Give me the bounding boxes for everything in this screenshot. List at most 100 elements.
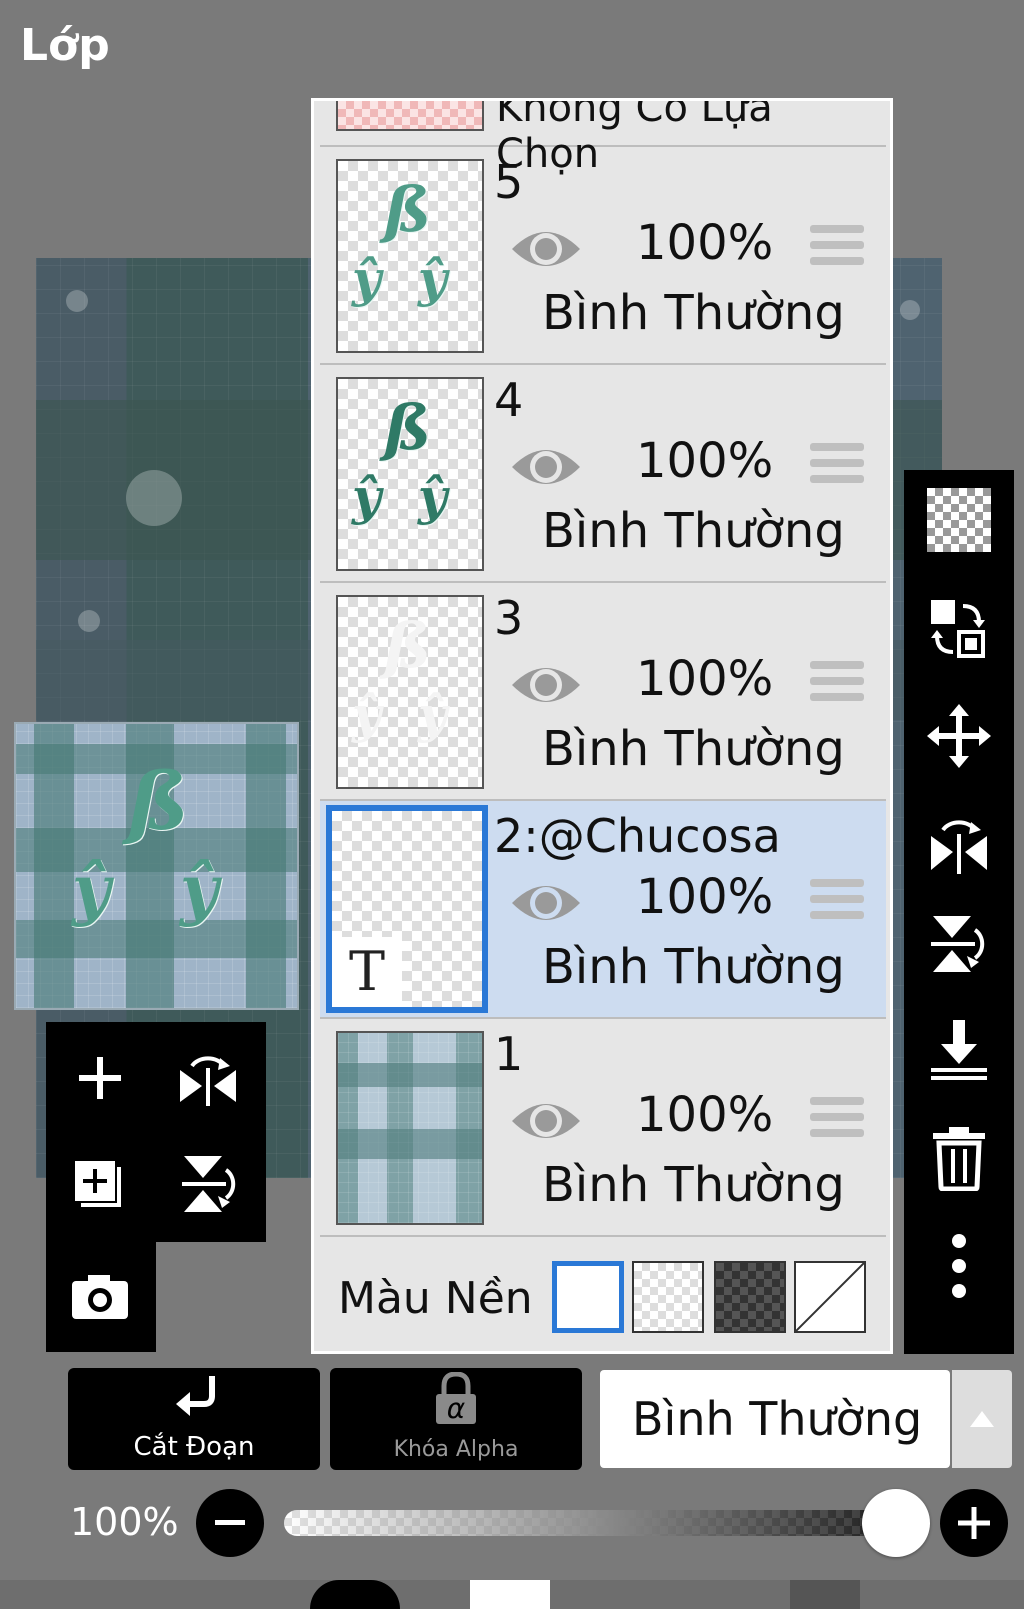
layer-row-4[interactable]: ß ŷ ŷ 4 100% Bình Thường: [320, 365, 886, 583]
background-white-swatch[interactable]: [552, 1261, 624, 1333]
blend-mode-select[interactable]: Bình Thường: [600, 1370, 950, 1468]
layer-blend-mode: Bình Thường: [542, 503, 845, 559]
toolbar-item[interactable]: [790, 1580, 860, 1609]
background-light-checker-swatch[interactable]: [632, 1261, 704, 1333]
left-toolbar: [46, 1022, 266, 1242]
clip-label: Cắt Đoạn: [133, 1432, 255, 1462]
thumbnail-band: [338, 1063, 482, 1087]
layer-thumbnail: ß ŷ ŷ: [336, 595, 484, 789]
layer-name: 2:@Chucosa: [494, 809, 781, 863]
transparency-icon[interactable]: [904, 470, 1014, 570]
toolbar-item[interactable]: [470, 1580, 550, 1609]
thumbnail-artwork: ŷ: [418, 249, 448, 308]
layer-opacity: 100%: [636, 433, 774, 489]
layer-opacity: 100%: [636, 869, 774, 925]
thumbnail-artwork: ß: [384, 391, 432, 464]
canvas-dot: [126, 470, 182, 526]
minus-icon: [215, 1520, 245, 1525]
chevron-up-icon: [970, 1411, 994, 1427]
layer-thumbnail: ß ŷ ŷ: [336, 377, 484, 571]
layer-thumbnail: ß ŷ ŷ: [336, 159, 484, 353]
alpha-symbol: α: [446, 1392, 466, 1425]
drag-handle-icon[interactable]: [810, 879, 864, 927]
thumbnail-artwork: ß: [384, 173, 432, 246]
drag-handle-icon[interactable]: [810, 225, 864, 273]
thumbnail-artwork: ŷ: [418, 685, 448, 744]
drag-handle-icon[interactable]: [810, 443, 864, 491]
blend-mode-dropdown-button[interactable]: [952, 1370, 1012, 1468]
eye-icon[interactable]: [510, 877, 582, 929]
clip-button[interactable]: Cắt Đoạn: [68, 1368, 320, 1470]
background-color-row: Màu Nền: [320, 1237, 886, 1347]
right-toolbar: [904, 470, 1014, 1354]
more-icon[interactable]: [904, 1216, 1014, 1316]
opacity-decrease-button[interactable]: [196, 1489, 264, 1557]
swap-layers-icon[interactable]: [904, 578, 1014, 678]
thumbnail-artwork: ŷ: [352, 249, 382, 308]
flip-vertical-icon[interactable]: [904, 894, 1014, 994]
canvas-dot: [900, 300, 920, 320]
layer-row-1[interactable]: 1 100% Bình Thường: [320, 1019, 886, 1237]
drag-handle-icon[interactable]: [810, 1097, 864, 1145]
layer-blend-mode: Bình Thường: [542, 939, 845, 995]
thumbnail-artwork: ß: [384, 609, 432, 682]
thumbnail-artwork: ŷ: [352, 685, 382, 744]
background-none-swatch[interactable]: [794, 1261, 866, 1333]
selection-thumbnail: [336, 101, 484, 131]
eye-icon[interactable]: [510, 441, 582, 493]
page-title: Lớp: [20, 20, 110, 71]
thumbnail-artwork: ŷ: [352, 467, 382, 526]
layer-row-3[interactable]: ß ŷ ŷ 3 100% Bình Thường: [320, 583, 886, 801]
preview-artwork: ŷ: [180, 850, 219, 928]
preview-artwork: ß: [128, 754, 189, 848]
layer-opacity: 100%: [636, 1087, 774, 1143]
layer-thumbnail: T: [326, 805, 488, 1013]
layer-blend-mode: Bình Thường: [542, 285, 845, 341]
layer-name: 4: [494, 373, 524, 427]
eye-icon[interactable]: [510, 1095, 582, 1147]
add-layer-icon[interactable]: [50, 1134, 150, 1234]
preview-band: [16, 920, 297, 958]
eye-icon[interactable]: [510, 223, 582, 275]
flip-vertical-icon[interactable]: [158, 1134, 258, 1234]
drag-handle-icon[interactable]: [810, 661, 864, 709]
layer-blend-mode: Bình Thường: [542, 1157, 845, 1213]
clip-arrow-icon: [176, 1376, 215, 1416]
layer-name: 5: [494, 155, 524, 209]
camera-icon[interactable]: [50, 1246, 150, 1346]
merge-down-icon[interactable]: [904, 1000, 1014, 1100]
blend-mode-value: Bình Thường: [632, 1392, 923, 1446]
layer-thumbnail: [336, 1031, 484, 1225]
canvas-dot: [78, 610, 100, 632]
flip-horizontal-icon[interactable]: [158, 1028, 258, 1128]
text-layer-icon: T: [332, 937, 402, 1007]
canvas-dot: [66, 290, 88, 312]
left-toolbar-bottom: [46, 1242, 156, 1352]
opacity-increase-button[interactable]: [940, 1489, 1008, 1557]
layers-panel: Không Có Lựa Chọn ß ŷ ŷ 5 100% Bình Thườ…: [311, 98, 893, 1354]
eye-icon[interactable]: [510, 659, 582, 711]
layer-name: 3: [494, 591, 524, 645]
thumbnail-band: [338, 1129, 482, 1159]
background-color-label: Màu Nền: [338, 1273, 533, 1324]
layer-blend-mode: Bình Thường: [542, 721, 845, 777]
canvas-preview[interactable]: ß ŷ ŷ: [14, 722, 299, 1010]
layer-opacity: 100%: [636, 651, 774, 707]
opacity-value: 100%: [70, 1500, 179, 1544]
preview-artwork: ŷ: [72, 850, 111, 928]
trash-icon[interactable]: [904, 1108, 1014, 1208]
no-selection-row[interactable]: Không Có Lựa Chọn: [320, 101, 886, 177]
flip-horizontal-icon[interactable]: [904, 794, 1014, 894]
bottom-toolbar: [0, 1580, 1024, 1609]
background-dark-checker-swatch[interactable]: [714, 1261, 786, 1333]
thumbnail-artwork: ŷ: [418, 467, 448, 526]
brush-color-indicator[interactable]: [310, 1580, 400, 1609]
alpha-lock-label: Khóa Alpha: [393, 1437, 519, 1462]
layer-row-5[interactable]: ß ŷ ŷ 5 100% Bình Thường: [320, 147, 886, 365]
layer-row-2[interactable]: T 2:@Chucosa 100% Bình Thường: [320, 801, 886, 1019]
move-icon[interactable]: [904, 686, 1014, 786]
opacity-slider-handle[interactable]: [862, 1489, 930, 1557]
plus-icon[interactable]: [50, 1028, 150, 1128]
alpha-lock-button[interactable]: α Khóa Alpha: [330, 1368, 582, 1470]
plus-icon: [958, 1507, 990, 1539]
